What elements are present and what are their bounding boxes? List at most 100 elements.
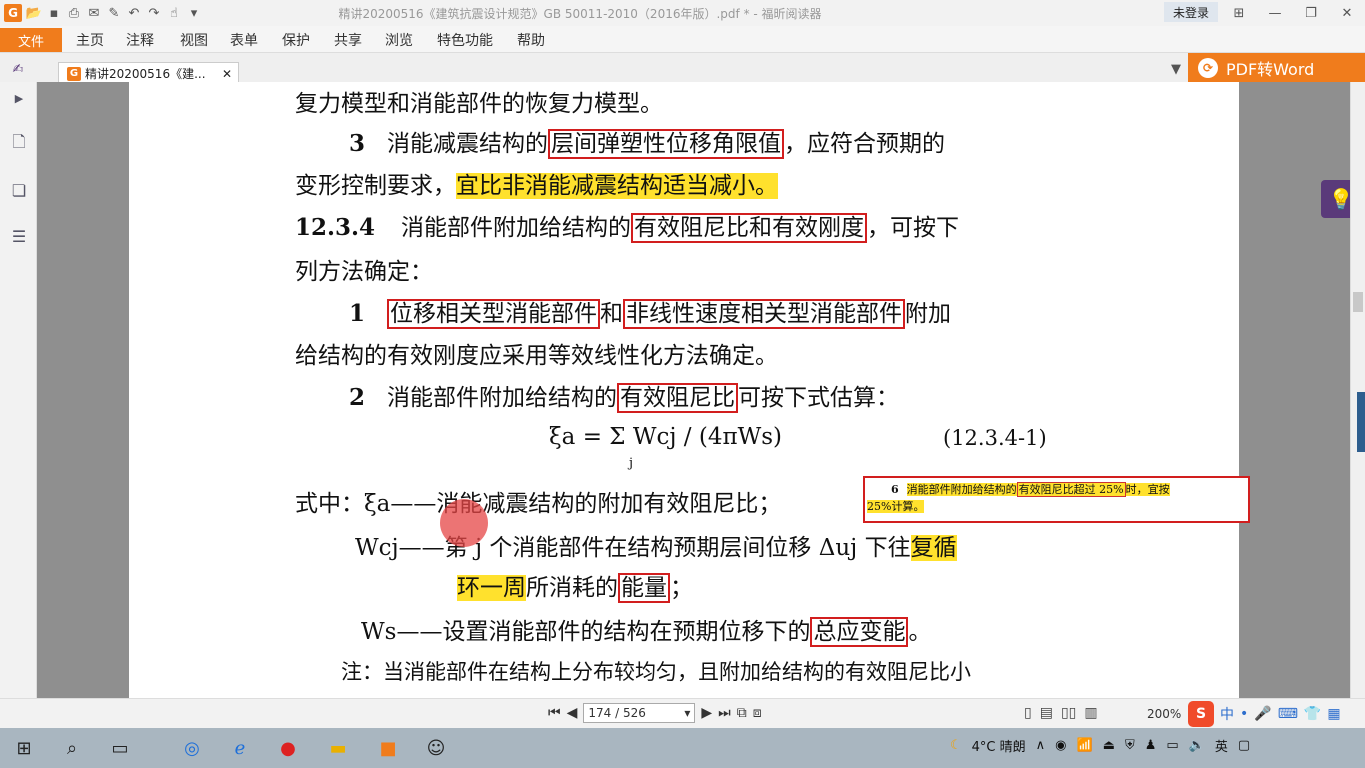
continuous-view-icon[interactable]: ▤ (1040, 705, 1053, 721)
sign-icon[interactable]: ✍ (10, 61, 26, 77)
foxit-logo-icon[interactable]: G (4, 4, 22, 22)
keyboard-icon[interactable]: ⌨ (1278, 706, 1298, 722)
pdf-to-word-button[interactable]: ⟳ PDF转Word (1188, 53, 1365, 82)
menu-browse[interactable]: 浏览 (385, 30, 437, 50)
tray-expand-icon[interactable]: ∧ (1036, 738, 1046, 753)
security-icon[interactable]: ◉ (1055, 738, 1066, 753)
battery-icon[interactable]: ▭ (1166, 738, 1178, 753)
pages-icon[interactable]: ❏ (9, 180, 29, 200)
tab-close-icon[interactable]: ✕ (222, 67, 232, 81)
notification-icon[interactable]: ▢ (1238, 738, 1250, 753)
text-line: 12.3.4 消能部件附加给结构的 有效阻尼比和有效刚度 ，可按下 (295, 208, 959, 243)
undo-icon[interactable]: ↶ (126, 5, 142, 21)
menu-help[interactable]: 帮助 (517, 30, 557, 50)
document-tab-label: 精讲20200516《建... (85, 67, 206, 81)
edge-browser-icon[interactable]: ℯ (228, 736, 252, 760)
file-explorer-icon[interactable]: ▬ (326, 736, 350, 760)
menu-view[interactable]: 视图 (180, 30, 230, 50)
window-controls: ⊞ — ❐ ✕ (1221, 0, 1365, 26)
sogou-browser-icon[interactable]: ◎ (180, 736, 204, 760)
page-number-field[interactable]: 174 / 526 ▾ (583, 703, 696, 723)
shield-icon[interactable]: ⛨ (1125, 738, 1135, 753)
prev-page-icon[interactable]: ◀ (567, 705, 578, 721)
annotation-box[interactable]: 有效阻尼比和有效刚度 (631, 213, 868, 243)
highlight-annotation[interactable]: 环一周 (457, 575, 526, 601)
open-icon[interactable]: 📂 (26, 5, 42, 21)
insert-page-icon[interactable]: ⧈ (753, 705, 762, 721)
annotation-box[interactable]: 有效阻尼比 (617, 383, 739, 413)
single-page-view-icon[interactable]: ▯ (1024, 705, 1032, 721)
print-icon[interactable]: ⎙ (66, 5, 82, 21)
annotation-box[interactable]: 能量 (618, 573, 670, 603)
annotation-box[interactable]: 层间弹塑性位移角限值 (548, 129, 785, 159)
customize-dropdown-icon[interactable]: ▾ (186, 5, 202, 21)
last-page-icon[interactable]: ⏭ (718, 705, 731, 721)
text-line: 3 消能减震结构的 层间弹塑性位移角限值 ，应符合预期的 (349, 124, 945, 159)
menu-comment[interactable]: 注释 (126, 30, 180, 50)
microphone-icon[interactable]: 🎤 (1254, 706, 1271, 722)
redo-icon[interactable]: ↷ (146, 5, 162, 21)
ime-indicator[interactable]: 英 (1215, 736, 1228, 755)
scroll-thumb[interactable] (1353, 292, 1363, 312)
page-thumbnail-icon[interactable]: 🗋 (9, 132, 29, 154)
usb-icon[interactable]: ⏏ (1103, 738, 1115, 753)
ime-language[interactable]: 中 (1220, 704, 1234, 724)
hand-tool-icon[interactable]: ☝ (166, 5, 182, 21)
xiuxiu-app-icon[interactable]: ● (276, 736, 300, 760)
menu-form[interactable]: 表单 (230, 30, 282, 50)
volume-icon[interactable]: 🔈 (1189, 738, 1205, 753)
comments-icon[interactable]: ☰ (9, 226, 29, 246)
highlight-annotation[interactable]: 复循 (910, 535, 957, 561)
weather-icon[interactable]: ☾ (950, 738, 962, 753)
menu-features[interactable]: 特色功能 (437, 30, 517, 50)
text-span: 和 (600, 301, 624, 327)
inserted-note-box[interactable]: 6 消能部件附加给结构的 有效阻尼比超过 25% 时，宜按 25%计算。 (863, 476, 1250, 523)
sogou-logo-icon[interactable]: S (1188, 701, 1214, 727)
stamp-icon[interactable]: ✎ (106, 5, 122, 21)
pinned-app-icon[interactable]: ☺ (424, 736, 448, 760)
foxit-reader-icon[interactable]: ■ (376, 736, 400, 760)
document-tab[interactable]: G 精讲20200516《建... ✕ (58, 62, 239, 84)
skin-icon[interactable]: 👕 (1304, 706, 1321, 722)
annotation-box[interactable]: 位移相关型消能部件 (387, 299, 601, 329)
close-icon[interactable]: ✕ (1329, 0, 1365, 26)
highlight-annotation[interactable]: 宜比非消能减震结构适当减小。 (456, 173, 778, 199)
windows-start-icon[interactable]: ⊞ (12, 736, 36, 760)
expand-panel-icon[interactable]: ▶ (9, 88, 29, 108)
qq-icon[interactable]: ♟ (1145, 738, 1157, 753)
maximize-icon[interactable]: ❐ (1293, 0, 1329, 26)
search-icon[interactable]: ⌕ (60, 736, 84, 760)
page-dropdown-icon[interactable]: ▾ (684, 706, 690, 720)
annotation-box[interactable]: 非线性速度相关型消能部件 (623, 299, 906, 329)
zoom-level[interactable]: 200% (1147, 707, 1181, 721)
document-view[interactable]: 复力模型和消能部件的恢复力模型。 3 消能减震结构的 层间弹塑性位移角限值 ，应符合预… (37, 82, 1350, 698)
facing-view-icon[interactable]: ▯▯ (1061, 705, 1076, 721)
file-menu-button[interactable]: 文件 (0, 28, 62, 52)
login-button[interactable]: 未登录 (1164, 2, 1218, 22)
next-page-icon[interactable]: ▶ (701, 705, 712, 721)
layout-icon[interactable]: ⊞ (1221, 0, 1257, 26)
vertical-scrollbar[interactable] (1350, 82, 1365, 698)
menu-home[interactable]: 主页 (76, 30, 126, 50)
tips-lightbulb-icon[interactable]: 💡 (1321, 180, 1350, 218)
minimize-icon[interactable]: — (1257, 0, 1293, 26)
first-page-icon[interactable]: ⏮ (548, 705, 561, 721)
quick-access-toolbar: G 📂 ▪ ⎙ ✉ ✎ ↶ ↷ ☝ ▾ (0, 0, 202, 26)
menu-share[interactable]: 共享 (334, 30, 385, 50)
tab-dropdown-icon[interactable]: ▼ (1168, 61, 1184, 77)
weather-text[interactable]: 4°C 晴朗 (972, 736, 1026, 755)
network-icon[interactable]: 📶 (1077, 738, 1093, 753)
text-line: 式中：ξa——消能减震结构的附加有效阻尼比； (295, 491, 782, 517)
view-mode-buttons: ▯ ▤ ▯▯ ▥ (1024, 705, 1098, 721)
continuous-facing-view-icon[interactable]: ▥ (1084, 705, 1097, 721)
save-icon[interactable]: ▪ (46, 5, 62, 21)
task-view-icon[interactable]: ▭ (108, 736, 132, 760)
email-icon[interactable]: ✉ (86, 5, 102, 21)
punctuation-icon[interactable]: • (1240, 706, 1248, 722)
extract-page-icon[interactable]: ⧉ (737, 705, 747, 721)
annotation-box[interactable]: 总应变能 (810, 617, 909, 647)
menu-bar: 文件 主页 注释 视图 表单 保护 共享 浏览 特色功能 帮助 🔍 ⚙ ◁ ▷ (0, 26, 1365, 74)
menu-protect[interactable]: 保护 (282, 30, 334, 50)
page-navigation: ⏮ ◀ 174 / 526 ▾ ▶ ⏭ ⧉ ⧈ (548, 703, 762, 723)
ime-menu-icon[interactable]: ▦ (1327, 706, 1340, 722)
